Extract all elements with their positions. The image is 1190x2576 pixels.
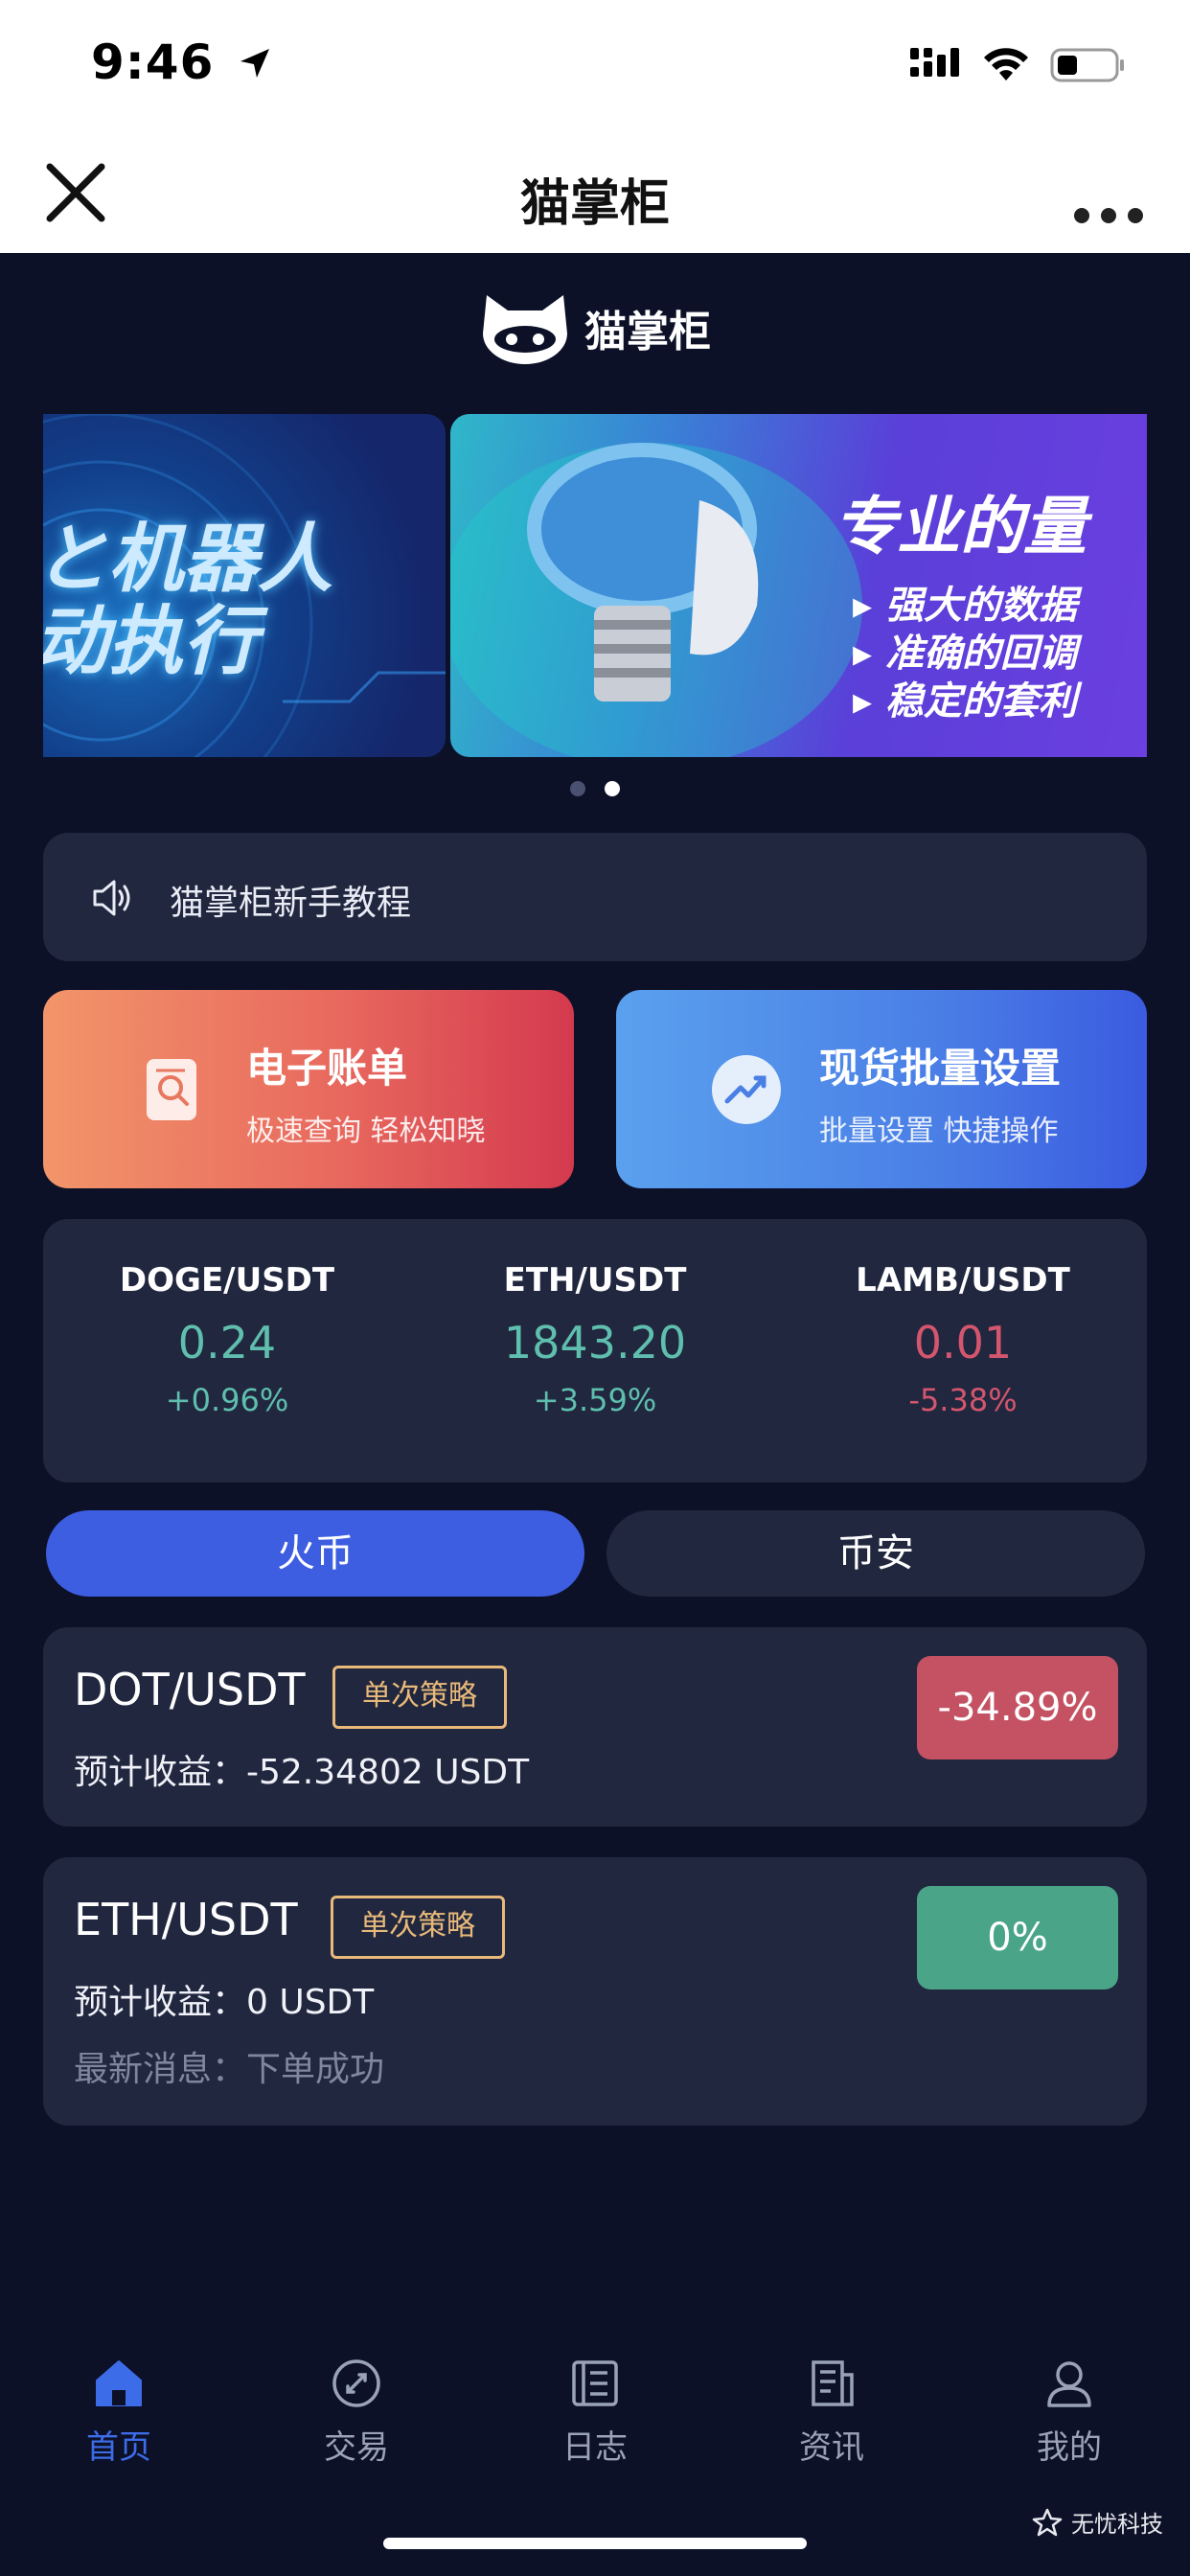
ticker-pair: ETH/USDT: [503, 1261, 687, 1300]
position-percent: 0%: [917, 1886, 1118, 1990]
home-indicator[interactable]: [383, 2538, 807, 2549]
card-subtitle: 批量设置 快捷操作: [819, 1115, 1059, 1148]
status-time: 9:46: [91, 34, 274, 90]
e-bill-card[interactable]: 电子账单 极速查询 轻松知晓: [43, 990, 574, 1188]
ticker-pair: LAMB/USDT: [856, 1261, 1070, 1300]
banner-headline: 专业的量: [834, 490, 1087, 564]
page-title: 猫掌柜: [519, 175, 670, 233]
ticker-change: +0.96%: [165, 1382, 289, 1418]
location-arrow-icon: [240, 49, 269, 78]
position-percent: -34.89%: [917, 1656, 1118, 1760]
card-title: 电子账单: [246, 1045, 408, 1092]
brand-name: 猫掌柜: [584, 308, 711, 356]
bill-search-icon: [147, 1059, 196, 1120]
profile-icon: [1047, 2361, 1091, 2407]
carousel-indicator: [0, 781, 1190, 796]
position-card-eth[interactable]: ETH/USDT 单次策略 预计收益：0 USDT 最新消息：下单成功 0%: [43, 1857, 1147, 2126]
tab-label: 资讯: [799, 2428, 864, 2467]
banner-left-text: と机器人 动执行: [43, 517, 333, 685]
home-icon: [96, 2360, 142, 2406]
tab-label: 日志: [562, 2428, 628, 2467]
tab-trade[interactable]: 交易: [280, 2358, 433, 2468]
brand-header: 猫掌柜: [0, 289, 1190, 366]
banner-slide-current[interactable]: 专业的量 ▸ 强大的数据 ▸ 准确的回调 ▸ 稳定的套利: [450, 414, 1147, 757]
banner-slide-previous[interactable]: と机器人 动执行: [43, 414, 446, 757]
tab-label: 首页: [86, 2428, 151, 2467]
position-card-dot[interactable]: DOT/USDT 单次策略 预计收益：-52.34802 USDT -34.89…: [43, 1627, 1147, 1827]
ticker-change: +3.59%: [533, 1382, 657, 1418]
status-indicators: [910, 46, 1127, 84]
tab-huobi[interactable]: 火币: [46, 1510, 584, 1597]
cat-logo-icon: [483, 295, 567, 364]
tab-log[interactable]: 日志: [518, 2358, 672, 2468]
ticker-pair: DOGE/USDT: [119, 1261, 335, 1300]
ticker-eth[interactable]: ETH/USDT 1843.20 +3.59%: [411, 1261, 779, 1418]
position-message: 最新消息：下单成功: [74, 2050, 385, 2089]
card-title: 现货批量设置: [819, 1045, 1062, 1092]
banner-bullets: ▸ 强大的数据 ▸ 准确的回调 ▸ 稳定的套利: [853, 584, 1078, 724]
strategy-badge: 单次策略: [332, 1666, 507, 1729]
exchange-tabs: 火币 币安: [43, 1510, 1147, 1598]
trend-chart-icon: [712, 1055, 781, 1124]
watermark: 无忧科技: [1031, 2505, 1163, 2539]
bottom-tab-bar: 首页 交易 日志 资讯 我的: [0, 2338, 1190, 2472]
position-profit: 预计收益：-52.34802 USDT: [74, 1753, 530, 1792]
speaker-icon: [93, 880, 130, 916]
carousel-dot-active[interactable]: [605, 781, 620, 796]
tab-label: 我的: [1037, 2428, 1102, 2467]
wifi-icon: [984, 48, 1028, 80]
position-pair: DOT/USDT: [74, 1664, 306, 1715]
batch-settings-card[interactable]: 现货批量设置 批量设置 快捷操作: [616, 990, 1147, 1188]
signal-icon: [910, 48, 959, 77]
tab-news[interactable]: 资讯: [755, 2358, 908, 2468]
trade-icon: [332, 2359, 380, 2407]
ticker-price: 1843.20: [503, 1317, 687, 1368]
ticker-lamb[interactable]: LAMB/USDT 0.01 -5.38%: [779, 1261, 1147, 1418]
more-icon[interactable]: [1065, 161, 1152, 228]
position-profit: 预计收益：0 USDT: [74, 1983, 375, 2022]
watermark-text: 无忧科技: [1071, 2511, 1163, 2538]
notice-bar[interactable]: 猫掌柜新手教程: [43, 833, 1147, 961]
nav-bar: 猫掌柜: [0, 134, 1190, 253]
status-bar: 9:46: [0, 0, 1190, 134]
tab-binance[interactable]: 币安: [606, 1510, 1145, 1597]
news-icon: [812, 2360, 854, 2406]
ticker-price: 0.01: [913, 1317, 1013, 1368]
strategy-badge: 单次策略: [331, 1896, 505, 1959]
carousel-dot[interactable]: [570, 781, 585, 796]
position-pair: ETH/USDT: [74, 1894, 298, 1945]
tab-profile[interactable]: 我的: [993, 2358, 1146, 2468]
tab-home[interactable]: 首页: [42, 2358, 195, 2468]
card-subtitle: 极速查询 轻松知晓: [246, 1115, 486, 1148]
star-logo-icon: [1032, 2508, 1063, 2536]
ticker-doge[interactable]: DOGE/USDT 0.24 +0.96%: [43, 1261, 411, 1418]
log-icon: [572, 2360, 618, 2406]
battery-icon: [1050, 48, 1124, 82]
ticker-change: -5.38%: [908, 1382, 1018, 1418]
ticker-price: 0.24: [177, 1317, 277, 1368]
tab-label: 交易: [324, 2428, 389, 2467]
notice-text: 猫掌柜新手教程: [170, 884, 412, 923]
market-tickers: DOGE/USDT 0.24 +0.96% ETH/USDT 1843.20 +…: [43, 1219, 1147, 1483]
